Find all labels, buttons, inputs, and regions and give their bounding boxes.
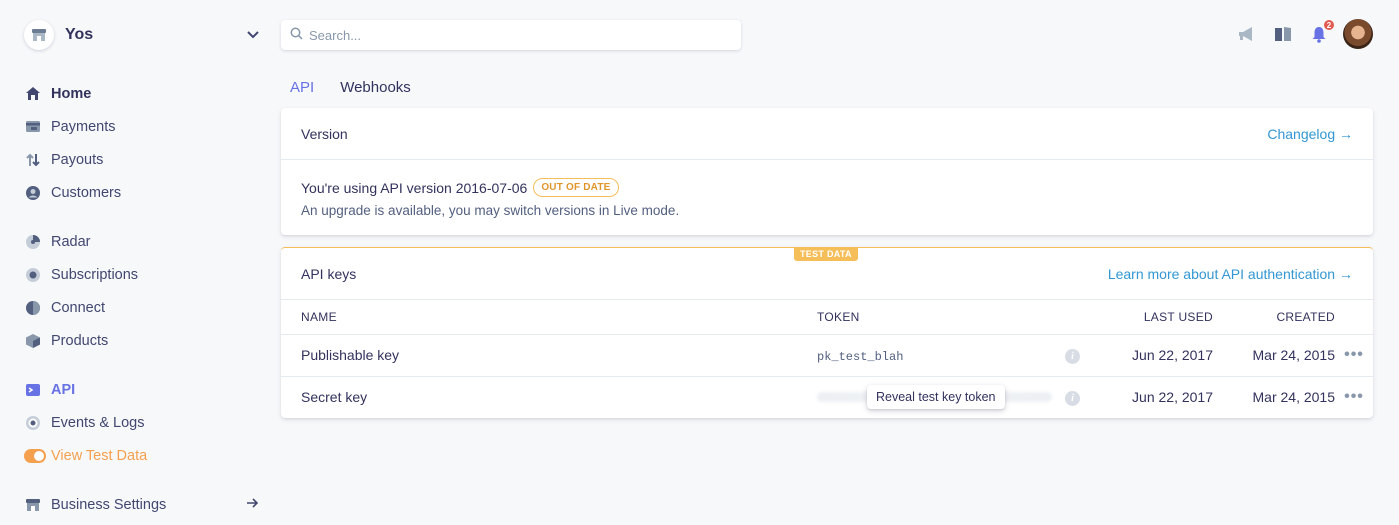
events-icon bbox=[24, 414, 42, 432]
column-header-token: TOKEN bbox=[817, 300, 1065, 335]
customers-icon bbox=[24, 184, 42, 202]
sidebar-item-customers[interactable]: Customers bbox=[24, 176, 166, 209]
info-icon[interactable]: i bbox=[1065, 349, 1080, 364]
sidebar-item-label: Customers bbox=[51, 184, 122, 201]
column-header-created: CREATED bbox=[1225, 300, 1335, 335]
sidebar-item-label: Payments bbox=[51, 118, 116, 135]
sidebar-item-products[interactable]: Products bbox=[24, 324, 166, 357]
tab-api[interactable]: API bbox=[290, 79, 314, 96]
products-icon bbox=[24, 332, 42, 350]
version-text: You're using API version 2016-07-06 bbox=[301, 179, 528, 196]
api-auth-link[interactable]: Learn more about API authentication → bbox=[1108, 266, 1353, 282]
info-icon[interactable]: i bbox=[1065, 391, 1080, 407]
sidebar-item-label: Business Settings bbox=[51, 496, 167, 513]
api-icon bbox=[24, 381, 42, 399]
docs-book-icon[interactable] bbox=[1273, 24, 1293, 44]
sidebar-item-payouts[interactable]: Payouts bbox=[24, 143, 166, 176]
version-card-header: Version Changelog → bbox=[281, 108, 1373, 160]
sidebar-item-home[interactable]: Home bbox=[24, 77, 166, 110]
api-keys-card-title: API keys bbox=[301, 265, 357, 282]
chevron-down-icon[interactable] bbox=[246, 27, 260, 43]
top-actions: 2 bbox=[1221, 19, 1373, 49]
megaphone-icon[interactable] bbox=[1237, 24, 1257, 44]
sidebar-item-label: Payouts bbox=[51, 151, 104, 168]
key-name: Publishable key bbox=[281, 334, 817, 377]
home-icon bbox=[24, 85, 42, 103]
reveal-token-tooltip[interactable]: Reveal test key token bbox=[867, 385, 1005, 409]
sidebar-item-business-settings[interactable]: Business Settings bbox=[24, 488, 259, 521]
sidebar-item-label: Radar bbox=[51, 233, 91, 250]
sidebar-item-connect[interactable]: Connect bbox=[24, 291, 166, 324]
sidebar-nav: Home Payments Payouts Customers Radar Su… bbox=[24, 77, 259, 521]
api-keys-card: TEST DATA API keys Learn more about API … bbox=[281, 247, 1373, 418]
sidebar-item-events-logs[interactable]: Events & Logs bbox=[24, 406, 166, 439]
account-switcher[interactable]: Yos bbox=[24, 19, 264, 51]
sidebar-item-label: Events & Logs bbox=[51, 414, 145, 431]
search-input[interactable] bbox=[309, 27, 709, 43]
sidebar-item-view-test-data[interactable]: View Test Data bbox=[24, 439, 166, 472]
column-header-last-used: LAST USED bbox=[1105, 300, 1225, 335]
api-keys-table: NAME TOKEN LAST USED CREATED Publishable… bbox=[281, 300, 1373, 418]
sidebar-item-radar[interactable]: Radar bbox=[24, 225, 166, 258]
settings-icon bbox=[24, 496, 42, 514]
sidebar-item-label: Products bbox=[51, 332, 109, 349]
payouts-icon bbox=[24, 151, 42, 169]
key-created: Mar 24, 2015 bbox=[1252, 389, 1336, 406]
sidebar-item-label: Home bbox=[51, 85, 92, 102]
account-name: Yos bbox=[65, 26, 94, 43]
more-actions-icon[interactable]: ••• bbox=[1344, 388, 1364, 405]
status-badge: OUT OF DATE bbox=[533, 178, 619, 197]
key-last-used: Jun 22, 2017 bbox=[1105, 334, 1225, 377]
sidebar-item-api[interactable]: API bbox=[24, 373, 166, 406]
version-subtext: An upgrade is available, you may switch … bbox=[301, 203, 680, 218]
page-tabs: API Webhooks bbox=[290, 79, 437, 96]
column-header-name: NAME bbox=[281, 300, 817, 335]
store-icon bbox=[24, 20, 54, 50]
payments-icon bbox=[24, 118, 42, 136]
sidebar-item-label: View Test Data bbox=[51, 447, 148, 464]
search-icon bbox=[290, 27, 303, 43]
sidebar: Yos Home Payments Payouts Customers Rada… bbox=[0, 0, 275, 525]
subscriptions-icon bbox=[24, 266, 42, 284]
bell-icon[interactable]: 2 bbox=[1309, 19, 1335, 44]
version-card: Version Changelog → You're using API ver… bbox=[281, 108, 1373, 235]
key-last-used: Jun 22, 2017 bbox=[1132, 389, 1213, 406]
sidebar-item-label: Subscriptions bbox=[51, 266, 139, 283]
arrow-right-icon[interactable] bbox=[246, 497, 259, 513]
sidebar-item-label: API bbox=[51, 381, 76, 398]
key-token[interactable]: pk_test_blah bbox=[817, 350, 903, 364]
table-header-row: NAME TOKEN LAST USED CREATED bbox=[281, 300, 1373, 335]
table-row: Publishable key pk_test_blah i Jun 22, 2… bbox=[281, 334, 1373, 377]
version-card-title: Version bbox=[301, 125, 348, 142]
sidebar-item-payments[interactable]: Payments bbox=[24, 110, 166, 143]
radar-icon bbox=[24, 233, 42, 251]
changelog-link[interactable]: Changelog → bbox=[1267, 126, 1353, 142]
version-card-body: You're using API version 2016-07-06 OUT … bbox=[281, 160, 1373, 236]
sidebar-item-label: Connect bbox=[51, 299, 106, 316]
search-bar[interactable] bbox=[281, 20, 741, 50]
sidebar-item-subscriptions[interactable]: Subscriptions bbox=[24, 258, 166, 291]
version-line: You're using API version 2016-07-06 OUT … bbox=[301, 178, 1353, 197]
tab-webhooks[interactable]: Webhooks bbox=[340, 79, 411, 96]
connect-icon bbox=[24, 299, 42, 317]
avatar[interactable] bbox=[1343, 19, 1373, 49]
more-actions-icon[interactable]: ••• bbox=[1344, 346, 1364, 363]
table-row: Secret key i Jun 22, 2017 Mar 24, 2015 •… bbox=[281, 376, 1373, 418]
toggle-icon[interactable] bbox=[24, 447, 46, 465]
api-keys-card-header: API keys Learn more about API authentica… bbox=[281, 248, 1373, 300]
notification-badge: 2 bbox=[1323, 19, 1335, 31]
key-name: Secret key bbox=[301, 389, 368, 406]
key-created: Mar 24, 2015 bbox=[1225, 334, 1335, 377]
